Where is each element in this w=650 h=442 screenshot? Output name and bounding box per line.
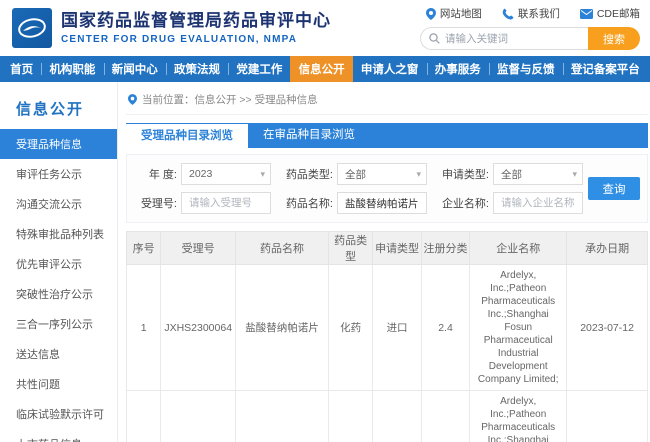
drug-name-input[interactable] xyxy=(337,192,427,214)
phone-icon xyxy=(502,8,514,20)
company-label: 企业名称: xyxy=(431,195,489,211)
nav-item[interactable]: 申请人之窗 xyxy=(353,56,427,82)
breadcrumb: 当前位置：信息公开 >> 受理品种信息 xyxy=(126,90,648,115)
main-nav: 首页 机构职能 新闻中心 政策法规 党建工作 信息公开 申请人之窗 办事服务 监… xyxy=(0,56,650,82)
cell-drug-type: 化药 xyxy=(328,265,372,391)
nav-item[interactable]: 登记备案平台 xyxy=(563,56,648,82)
cell-company: Ardelyx, Inc.;Patheon Pharmaceuticals In… xyxy=(470,391,567,442)
sidebar-item[interactable]: 三合一序列公示 xyxy=(0,309,117,339)
table-column-header: 承办日期 xyxy=(567,232,648,265)
cell-reg-class: 2.4 xyxy=(421,265,469,391)
cell-date: 2023-07-12 xyxy=(567,265,648,391)
cell-acceptance-no: JXHS2300064 xyxy=(161,265,236,391)
table-column-header: 受理号 xyxy=(161,232,236,265)
search-icon xyxy=(429,33,440,44)
tab-accepted-catalog[interactable]: 受理品种目录浏览 xyxy=(126,123,248,148)
cell-reg-class: 2.4 xyxy=(421,391,469,442)
cell-drug-name: 盐酸替纳帕诺片 xyxy=(236,391,329,442)
chevron-down-icon: ▾ xyxy=(572,169,577,180)
nav-item[interactable]: 办事服务 xyxy=(427,56,489,82)
year-label: 年 度: xyxy=(131,166,177,182)
apply-type-select[interactable]: 全部 ▾ xyxy=(493,163,583,185)
table-row[interactable]: 1 JXHS2300064 盐酸替纳帕诺片 化药 进口 2.4 Ardelyx,… xyxy=(127,265,648,391)
query-button[interactable]: 查询 xyxy=(588,177,640,200)
cde-logo-icon xyxy=(15,11,49,45)
table-column-header: 企业名称 xyxy=(470,232,567,265)
header-links: 网站地图 联系我们 CDE邮箱 xyxy=(426,6,640,21)
search-input[interactable] xyxy=(445,33,565,45)
drug-name-label: 药品名称: xyxy=(275,195,333,211)
nav-item[interactable]: 新闻中心 xyxy=(104,56,166,82)
tab-bar: 受理品种目录浏览 在审品种目录浏览 xyxy=(126,123,648,148)
sidebar-item[interactable]: 临床试验默示许可 xyxy=(0,399,117,429)
drug-type-label: 药品类型: xyxy=(275,166,333,182)
site-subtitle: CENTER FOR DRUG EVALUATION, NMPA xyxy=(61,34,331,45)
sidebar-item[interactable]: 上市药品信息 xyxy=(0,429,117,442)
sidebar-item[interactable]: 受理品种信息 xyxy=(0,129,117,159)
breadcrumb-text: 当前位置：信息公开 >> 受理品种信息 xyxy=(142,92,318,107)
nav-item[interactable]: 信息公开 xyxy=(290,56,352,82)
search-button[interactable]: 搜索 xyxy=(588,27,640,50)
table-body: 1 JXHS2300064 盐酸替纳帕诺片 化药 进口 2.4 Ardelyx,… xyxy=(127,265,648,442)
location-pin-icon xyxy=(128,94,137,105)
sidebar-item[interactable]: 优先审评公示 xyxy=(0,249,117,279)
site-title: 国家药品监督管理局药品审评中心 xyxy=(61,11,331,31)
table-column-header: 药品名称 xyxy=(236,232,329,265)
sidebar-item[interactable]: 共性问题 xyxy=(0,369,117,399)
cell-drug-type: 化药 xyxy=(328,391,372,442)
table-column-header: 申请类型 xyxy=(373,232,421,265)
table-header-row: 序号受理号药品名称药品类型申请类型注册分类企业名称承办日期 xyxy=(127,232,648,265)
sidebar-title: 信息公开 xyxy=(0,90,117,129)
chevron-down-icon: ▾ xyxy=(260,169,265,180)
location-pin-icon xyxy=(426,8,436,20)
cde-mail-link[interactable]: CDE邮箱 xyxy=(580,6,640,21)
cde-logo xyxy=(12,8,52,48)
acceptance-no-label: 受理号: xyxy=(131,195,177,211)
cell-index: 2 xyxy=(127,391,161,442)
filter-panel: 年 度: 2023 ▾ 药品类型: 全部 ▾ 申请类型: 全部 ▾ 查询 受理号… xyxy=(126,154,648,223)
cell-date: 2023-07-12 xyxy=(567,391,648,442)
sidebar-item[interactable]: 沟通交流公示 xyxy=(0,189,117,219)
cell-drug-name: 盐酸替纳帕诺片 xyxy=(236,265,329,391)
table-column-header: 药品类型 xyxy=(328,232,372,265)
year-select[interactable]: 2023 ▾ xyxy=(181,163,271,185)
drug-type-select[interactable]: 全部 ▾ xyxy=(337,163,427,185)
mail-icon xyxy=(580,9,593,19)
site-search: 搜索 xyxy=(420,27,640,50)
nav-item[interactable]: 政策法规 xyxy=(166,56,228,82)
table-column-header: 序号 xyxy=(127,232,161,265)
sidebar-item[interactable]: 审评任务公示 xyxy=(0,159,117,189)
nav-item[interactable]: 机构职能 xyxy=(41,56,103,82)
main-content: 当前位置：信息公开 >> 受理品种信息 受理品种目录浏览 在审品种目录浏览 年 … xyxy=(118,82,650,442)
cell-company: Ardelyx, Inc.;Patheon Pharmaceuticals In… xyxy=(470,265,567,391)
chevron-down-icon: ▾ xyxy=(416,169,421,180)
table-row[interactable]: 2 JXHS2300063 盐酸替纳帕诺片 化药 进口 2.4 Ardelyx,… xyxy=(127,391,648,442)
cell-apply-type: 进口 xyxy=(373,391,421,442)
cell-apply-type: 进口 xyxy=(373,265,421,391)
sidebar: 信息公开 受理品种信息 审评任务公示 沟通交流公示 特殊审批品种列表 优先审评公… xyxy=(0,82,118,442)
search-input-wrap xyxy=(420,27,588,50)
site-title-block: 国家药品监督管理局药品审评中心 CENTER FOR DRUG EVALUATI… xyxy=(61,11,331,45)
results-table: 序号受理号药品名称药品类型申请类型注册分类企业名称承办日期 1 JXHS2300… xyxy=(126,231,648,442)
sidebar-item[interactable]: 送达信息 xyxy=(0,339,117,369)
table-column-header: 注册分类 xyxy=(421,232,469,265)
sidebar-item[interactable]: 特殊审批品种列表 xyxy=(0,219,117,249)
company-input[interactable] xyxy=(493,192,583,214)
sitemap-link[interactable]: 网站地图 xyxy=(426,6,482,21)
nav-item[interactable]: 党建工作 xyxy=(228,56,290,82)
apply-type-label: 申请类型: xyxy=(431,166,489,182)
site-header: 国家药品监督管理局药品审评中心 CENTER FOR DRUG EVALUATI… xyxy=(0,0,650,56)
contact-us-link[interactable]: 联系我们 xyxy=(502,6,560,21)
cell-acceptance-no: JXHS2300063 xyxy=(161,391,236,442)
cell-index: 1 xyxy=(127,265,161,391)
acceptance-no-input[interactable] xyxy=(181,192,271,214)
nav-item[interactable]: 首页 xyxy=(2,56,41,82)
tab-under-review-catalog[interactable]: 在审品种目录浏览 xyxy=(248,123,370,148)
sidebar-item[interactable]: 突破性治疗公示 xyxy=(0,279,117,309)
sidebar-menu: 受理品种信息 审评任务公示 沟通交流公示 特殊审批品种列表 优先审评公示 突破性… xyxy=(0,129,117,442)
nav-item[interactable]: 监督与反馈 xyxy=(489,56,563,82)
